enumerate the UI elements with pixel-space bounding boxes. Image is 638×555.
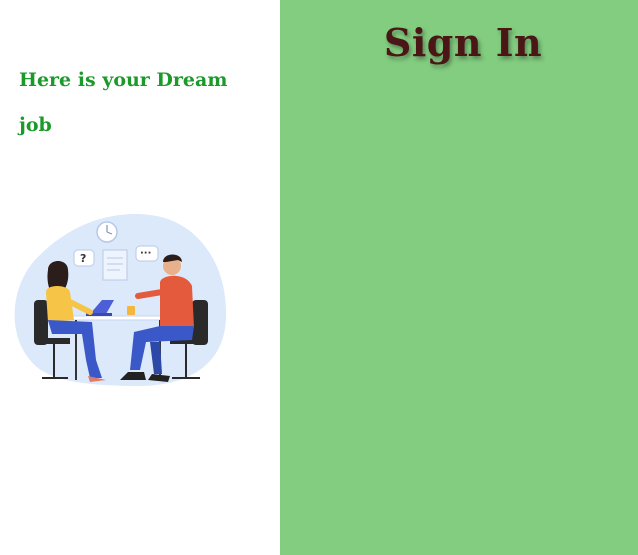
left-panel: Here is your Dream job ? ···: [0, 0, 280, 555]
sign-in-title: Sign In: [383, 20, 543, 65]
tagline-line-2: job: [19, 114, 52, 136]
svg-text:···: ···: [140, 248, 151, 259]
interview-illustration: ? ···: [14, 214, 227, 386]
sign-in-panel: Sign In: [280, 0, 638, 555]
tagline-line-1: Here is your Dream: [19, 69, 228, 91]
tagline: Here is your Dream job: [19, 58, 269, 148]
svg-text:?: ?: [80, 252, 86, 265]
